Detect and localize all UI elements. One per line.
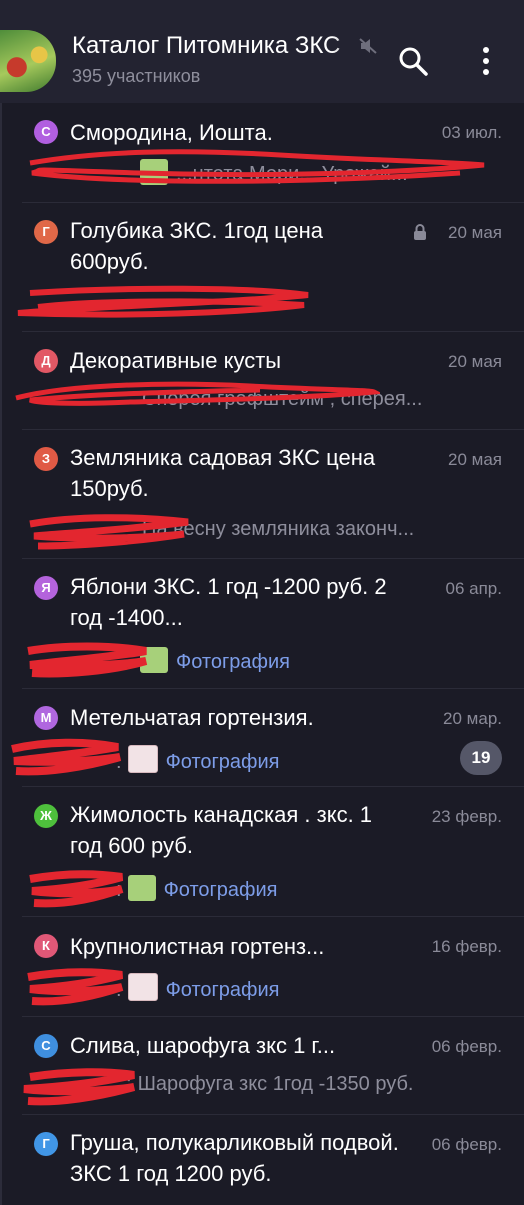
chat-date: 20 мая — [448, 450, 502, 469]
preview-text: На весну земляника законч... — [142, 518, 415, 540]
muted-icon — [359, 38, 377, 54]
photo-thumbnail — [127, 973, 158, 1001]
photo-thumbnail — [140, 159, 168, 185]
photo-thumbnail — [140, 647, 168, 673]
topic-letter-badge: С — [34, 1034, 58, 1058]
preview-text: Фотография — [165, 751, 280, 773]
group-avatar[interactable] — [0, 30, 56, 92]
preview-text: Фотография — [165, 979, 280, 1001]
chat-preview: Сперея грефштейм , сперея... — [32, 388, 492, 418]
chat-date: 20 мая — [448, 352, 502, 371]
search-icon[interactable] — [396, 44, 430, 78]
chat-preview: : Фотография — [32, 745, 492, 775]
chat-date: 16 февр. — [431, 937, 502, 956]
chat-item[interactable]: Г Голубика ЗКС. 1год цена 600руб. 20 мая — [0, 203, 524, 332]
chat-title: Слива, шарофуга зкс 1 г... — [70, 1033, 336, 1058]
preview-text: Фотография — [176, 651, 290, 673]
topic-letter-badge: Я — [34, 576, 58, 600]
chat-title: Груша, полукарликовый подвой. ЗКС 1 год … — [70, 1130, 405, 1186]
member-count: 395 участников — [72, 66, 201, 86]
topic-letter-badge: М — [34, 706, 58, 730]
chat-title: Яблони ЗКС. 1 год -1200 руб. 2 год -1400… — [70, 574, 393, 630]
topic-letter-badge: К — [34, 934, 58, 958]
chat-header: Каталог Питомника ЗКС 395 участников — [0, 0, 524, 103]
topic-letter-badge: Г — [34, 1132, 58, 1156]
chat-date: 03 июл. — [441, 123, 502, 142]
chat-title: Метельчатая гортензия. — [70, 705, 314, 730]
chat-date: 06 апр. — [445, 579, 502, 598]
chat-item[interactable]: З Земляника садовая ЗКС цена 150руб. 20 … — [0, 430, 524, 559]
chat-item[interactable]: М Метельчатая гортензия. 20 мар. : Фотогр… — [0, 689, 524, 787]
unread-count-badge: 19 — [460, 741, 502, 775]
chat-item[interactable]: К Крупнолистная гортенз... 16 февр. : Фот… — [0, 917, 524, 1017]
chat-preview: Фотография — [32, 647, 492, 677]
topic-letter-badge: З — [34, 447, 58, 471]
chat-item[interactable]: Д Декоративные кусты 20 мая Сперея грефш… — [0, 332, 524, 430]
topic-letter-badge: Г — [34, 220, 58, 244]
photo-thumbnail — [127, 745, 158, 773]
group-title[interactable]: Каталог Питомника ЗКС — [72, 32, 372, 62]
redaction-scribble — [17, 285, 309, 318]
preview-text: Шарофуга зкс 1год -1350 руб. — [137, 1073, 414, 1095]
chat-title: Жимолость канадская . зкс. 1 год 600 руб… — [70, 802, 379, 858]
chat-date: 06 февр. — [431, 1135, 502, 1154]
chat-title: Голубика ЗКС. 1год цена 600руб. — [70, 218, 330, 274]
chat-preview: : Фотография — [32, 875, 492, 905]
chat-date: 06 февр. — [431, 1037, 502, 1056]
more-menu-icon[interactable] — [472, 44, 500, 78]
chat-item[interactable]: С Слива, шарофуга зкс 1 г... 06 февр. :Ш… — [0, 1017, 524, 1115]
topic-letter-badge: Ж — [34, 804, 58, 828]
chat-title: Земляника садовая ЗКС цена 150руб. — [70, 445, 382, 501]
chat-date: 20 мая — [448, 223, 502, 242]
preview-text: Фотография — [163, 879, 278, 901]
chat-preview: : Шарофуга зкс 1год -1350 руб. — [126, 1073, 414, 1095]
preview-text: ...нтота Мори... Урожай... — [176, 163, 408, 185]
chat-preview: : Фотография — [32, 973, 492, 1003]
chat-date: 23 февр. — [431, 807, 502, 826]
chat-preview: На весну земляника законч... — [32, 518, 492, 548]
preview-text: Сперея грефштейм , сперея... — [142, 388, 423, 410]
chat-item[interactable]: С Смородина, Иошта. 03 июл. ...нтота Мор… — [0, 103, 524, 203]
chat-item[interactable]: Я Яблони ЗКС. 1 год -1200 руб. 2 год -14… — [0, 559, 524, 689]
topic-letter-badge: С — [34, 120, 58, 144]
chat-title: Декоративные кусты — [70, 348, 282, 373]
topic-letter-badge: Д — [34, 349, 58, 373]
chat-preview: ...нтота Мори... Урожай... — [32, 159, 492, 189]
chat-item[interactable]: Ж Жимолость канадская . зкс. 1 год 600 р… — [0, 787, 524, 917]
chat-title: Крупнолистная гортенз... — [70, 934, 325, 959]
photo-thumbnail — [127, 875, 156, 901]
lock-icon — [414, 224, 426, 240]
chat-title: Смородина, Иошта. — [70, 120, 273, 145]
chat-item[interactable]: Г Груша, полукарликовый подвой. ЗКС 1 го… — [0, 1115, 524, 1205]
chat-list: С Смородина, Иошта. 03 июл. ...нтота Мор… — [0, 103, 524, 1205]
chat-date: 20 мар. — [443, 709, 502, 728]
